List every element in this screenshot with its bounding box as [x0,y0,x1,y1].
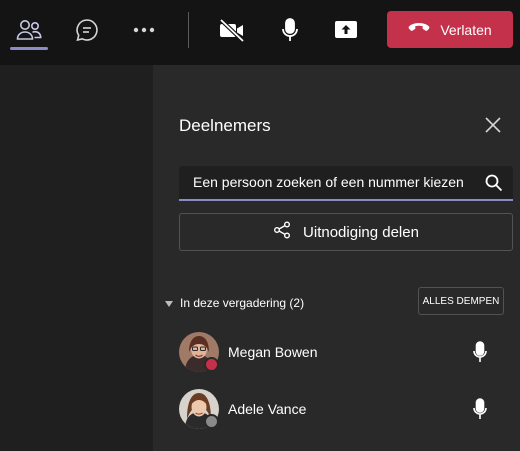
active-tab-indicator [10,47,48,50]
participants-panel: Deelnemers Uitnodiging delen In deze v [153,65,520,451]
microphone-icon[interactable] [472,340,488,369]
share-invite-button[interactable]: Uitnodiging delen [179,213,513,251]
close-panel-button[interactable] [483,115,503,135]
participant-name: Adele Vance [228,401,307,417]
microphone-icon [280,17,300,43]
search-icon[interactable] [484,173,504,193]
chat-button[interactable] [67,10,107,50]
meeting-toolbar: Verlaten [0,0,520,65]
toolbar-divider [188,12,189,48]
status-badge [204,414,219,429]
participant-name: Megan Bowen [228,344,318,360]
more-icon [132,26,156,34]
leave-button-label: Verlaten [440,21,492,38]
participant-row[interactable]: Adele Vance [153,387,520,437]
collapse-caret-icon[interactable] [164,295,174,313]
camera-toggle-button[interactable] [212,10,252,50]
more-options-button[interactable] [124,10,164,50]
close-icon [483,117,503,139]
hang-up-icon [408,21,430,39]
participants-button[interactable] [9,10,49,50]
panel-title: Deelnemers [179,116,271,135]
in-meeting-section-header: In deze vergadering (2) ALLES DEMPEN [161,287,520,327]
microphone-toggle-button[interactable] [270,10,310,50]
participant-row[interactable]: Megan Bowen [153,330,520,380]
share-screen-button[interactable] [326,10,366,50]
status-badge [204,357,219,372]
participant-search [179,166,513,201]
camera-off-icon [218,18,246,42]
mute-all-label: ALLES DEMPEN [422,295,500,307]
leave-button[interactable]: Verlaten [387,11,513,48]
participants-icon [15,18,43,42]
meeting-stage [0,65,153,451]
section-label: In deze vergadering (2) [180,296,305,310]
mute-all-button[interactable]: ALLES DEMPEN [418,287,504,315]
chat-icon [74,17,100,43]
share-invite-label: Uitnodiging delen [303,223,419,241]
microphone-icon[interactable] [472,397,488,426]
search-input[interactable] [193,174,483,190]
share-screen-icon [333,19,359,41]
share-icon [273,221,291,244]
